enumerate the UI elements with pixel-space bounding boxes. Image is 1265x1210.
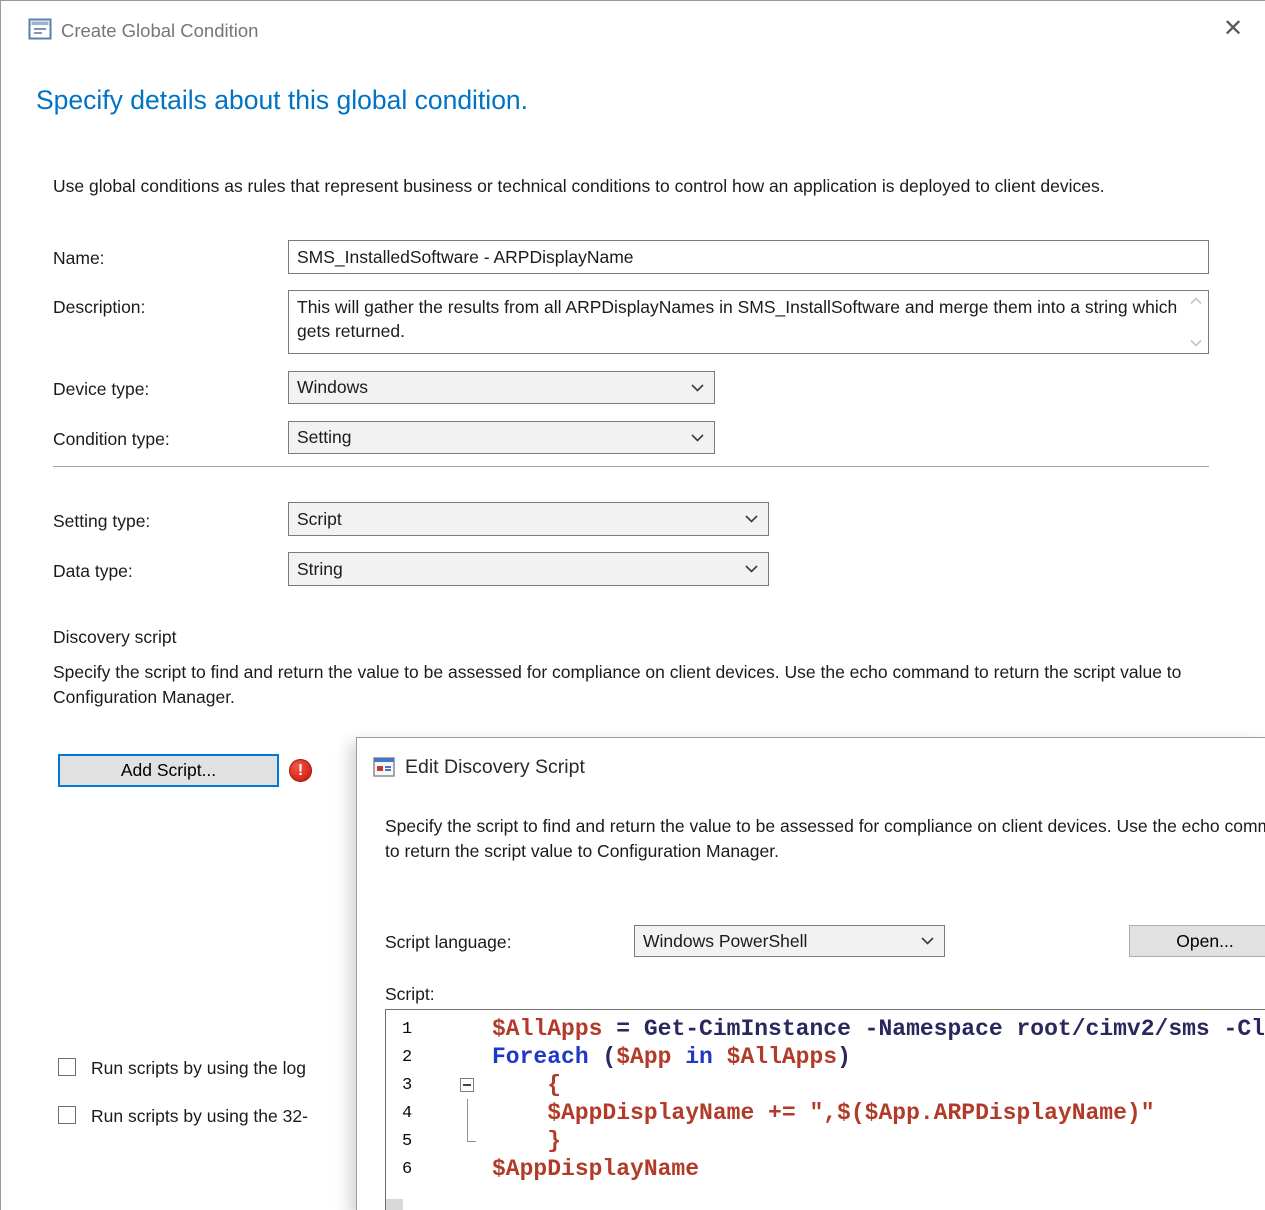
fold-margin [448,1015,480,1043]
description-input[interactable]: This will gather the results from all AR… [288,290,1209,354]
window-icon [28,18,52,40]
setting-type-label: Setting type: [53,511,150,532]
close-button[interactable]: ✕ [1223,14,1243,43]
add-script-button[interactable]: Add Script... [58,754,279,787]
line-number: 6 [386,1160,448,1179]
script-editor[interactable]: 1 $AllApps = Get-CimInstance -Namespace r… [385,1009,1265,1210]
edit-script-dialog-icon [373,757,395,777]
discovery-instructions: Specify the script to find and return th… [53,660,1198,710]
script-language-label: Script language: [385,932,511,953]
fold-margin [448,1155,480,1183]
line-number: 1 [386,1020,448,1039]
open-button[interactable]: Open... [1129,925,1265,957]
chevron-down-icon [745,515,758,523]
scroll-down-icon [1190,339,1202,347]
condition-type-label: Condition type: [53,429,170,450]
data-type-label: Data type: [53,561,133,582]
code-text: $AppDisplayName [480,1156,699,1182]
description-label: Description: [53,297,145,318]
edit-dialog-title: Edit Discovery Script [405,756,585,779]
scroll-up-icon [1190,297,1202,305]
script-language-value: Windows PowerShell [643,931,807,952]
script-label: Script: [385,984,435,1005]
window-title: Create Global Condition [61,20,258,42]
edit-dialog-instructions-line2: to return the script value to Configurat… [385,841,779,862]
name-label: Name: [53,248,105,269]
create-global-condition-window: Create Global Condition ✕ Specify detail… [0,0,1265,1210]
line-number: 4 [386,1104,448,1123]
chevron-down-icon [745,565,758,573]
chevron-down-icon [691,384,704,392]
run-32bit-checkbox[interactable] [58,1106,76,1124]
device-type-label: Device type: [53,379,149,400]
condition-type-select[interactable]: Setting [288,421,715,454]
device-type-value: Windows [297,377,368,398]
line-number: 5 [386,1132,448,1151]
name-input[interactable] [288,240,1209,274]
script-editor-lines: 1 $AllApps = Get-CimInstance -Namespace r… [386,1010,1265,1183]
chevron-down-icon [921,937,934,945]
page-heading: Specify details about this global condit… [36,85,528,116]
editor-scrollbar-button[interactable] [386,1199,403,1210]
code-text: } [480,1128,561,1154]
code-text: { [480,1072,561,1098]
run-logged-on-user-label: Run scripts by using the log [91,1058,306,1079]
code-line-6[interactable]: 6 $AppDisplayName [386,1155,1265,1183]
data-type-value: String [297,559,343,580]
run-logged-on-user-checkbox[interactable] [58,1058,76,1076]
line-number: 3 [386,1076,448,1095]
description-scrollbar[interactable] [1186,293,1206,351]
fold-collapse-icon[interactable] [448,1071,480,1099]
edit-dialog-instructions-line1: Specify the script to find and return th… [385,816,1265,837]
setting-type-select[interactable]: Script [288,502,769,536]
code-line-4[interactable]: 4 $AppDisplayName += ",$($App.ARPDisplay… [386,1099,1265,1127]
code-line-3[interactable]: 3 { [386,1071,1265,1099]
code-line-2[interactable]: 2 Foreach ($App in $AllApps) [386,1043,1265,1071]
setting-type-value: Script [297,509,342,530]
condition-type-value: Setting [297,427,351,448]
chevron-down-icon [691,434,704,442]
description-text: This will gather the results from all AR… [297,297,1177,341]
data-type-select[interactable]: String [288,552,769,586]
intro-text: Use global conditions as rules that repr… [53,174,1203,199]
fold-margin [448,1099,480,1127]
run-32bit-label: Run scripts by using the 32- [91,1106,308,1127]
code-line-1[interactable]: 1 $AllApps = Get-CimInstance -Namespace r… [386,1015,1265,1043]
edit-discovery-script-dialog: Edit Discovery Script Specify the script… [356,737,1265,1210]
fold-margin [448,1043,480,1071]
fold-margin [448,1127,480,1155]
line-number: 2 [386,1048,448,1067]
code-text: Foreach ($App in $AllApps) [480,1044,851,1070]
code-text: $AllApps = Get-CimInstance -Namespace ro… [480,1016,1265,1042]
section-separator [53,466,1209,468]
error-icon: ! [289,759,312,782]
script-language-select[interactable]: Windows PowerShell [634,925,945,957]
device-type-select[interactable]: Windows [288,371,715,404]
code-line-5[interactable]: 5 } [386,1127,1265,1155]
discovery-script-label: Discovery script [53,627,177,648]
code-text: $AppDisplayName += ",$($App.ARPDisplayNa… [480,1100,1155,1126]
